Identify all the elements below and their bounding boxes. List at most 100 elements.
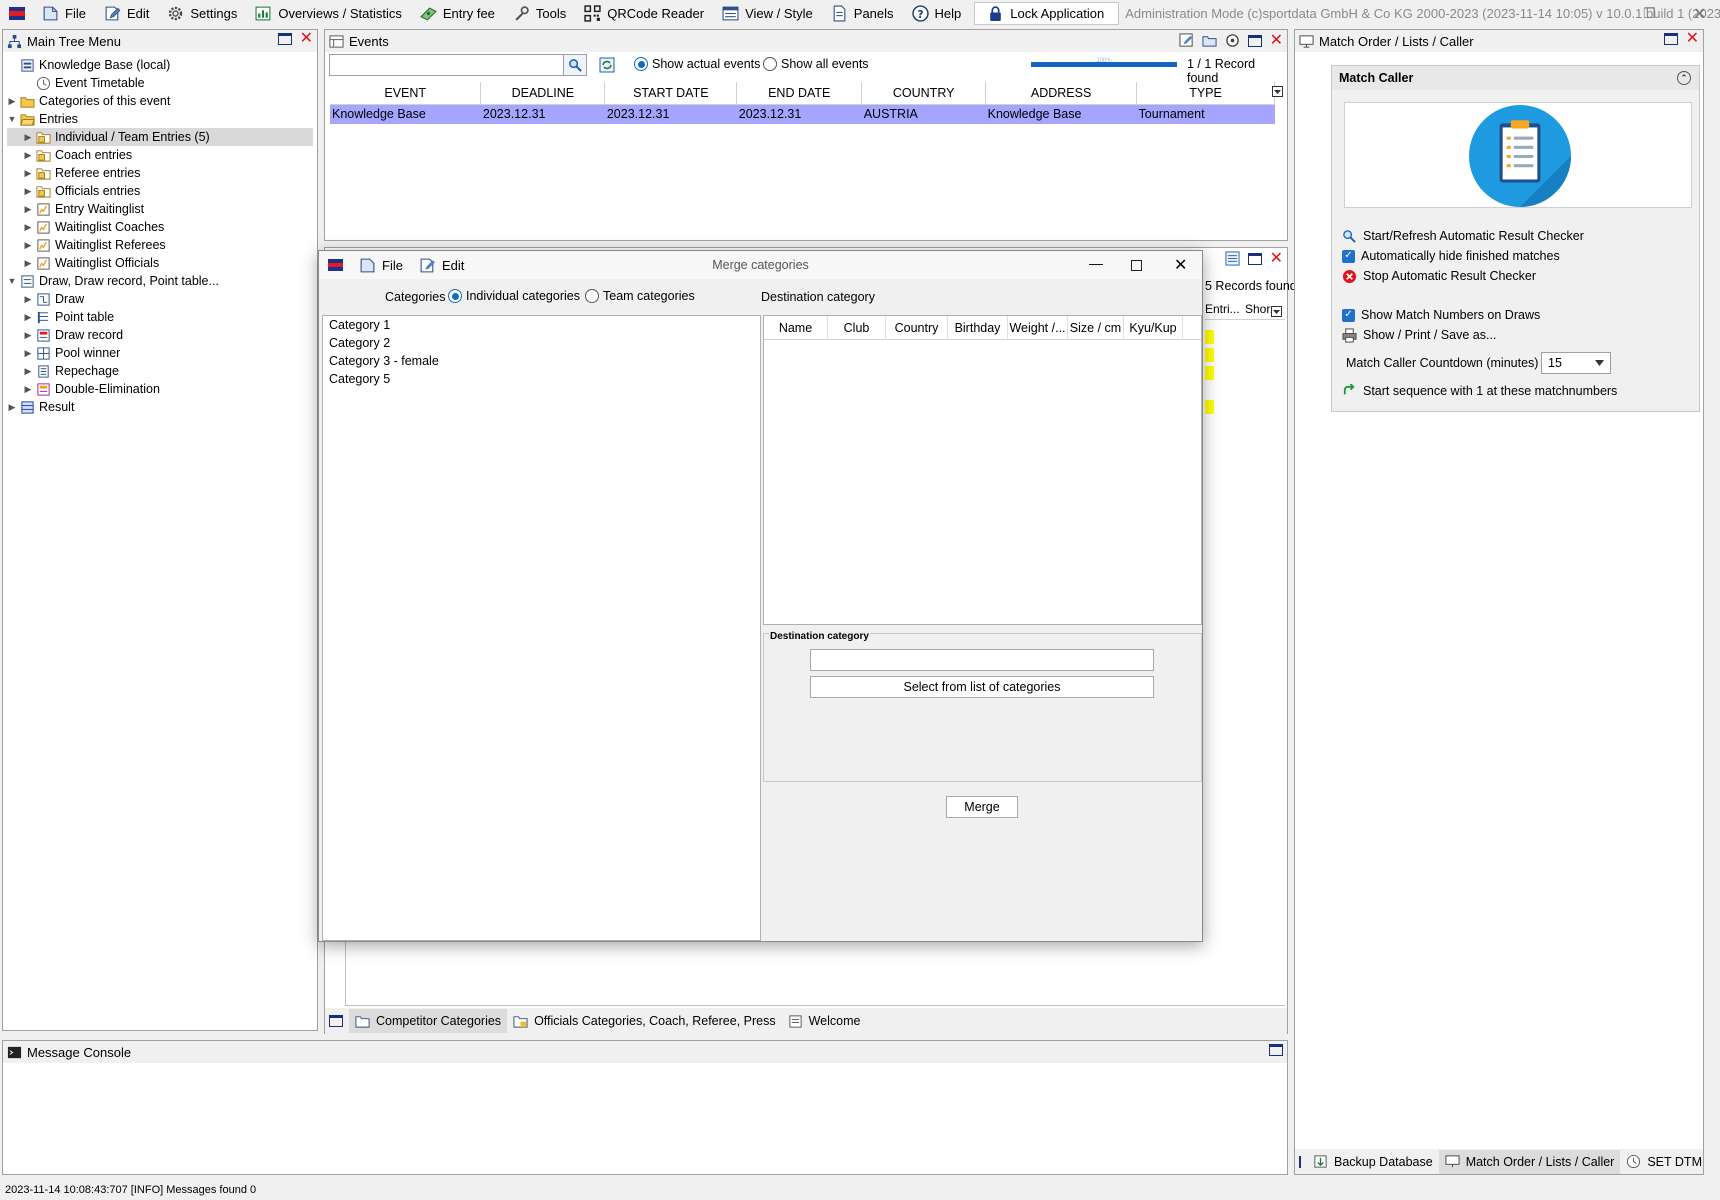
expand-arrow-icon[interactable]: ▶ bbox=[23, 294, 33, 305]
tree-item-waitinglist-referees[interactable]: ▶ Waitinglist Referees bbox=[7, 236, 313, 254]
column-chooser-icon[interactable] bbox=[1272, 86, 1283, 97]
match-caller-header[interactable]: Match Caller bbox=[1332, 66, 1699, 90]
individual-categories-radio[interactable]: Individual categories bbox=[448, 289, 580, 303]
close-icon[interactable]: ✕ bbox=[1174, 255, 1187, 275]
tree-item-knowledge-base-local[interactable]: Knowledge Base (local) bbox=[7, 56, 313, 74]
show-all-events-radio[interactable]: Show all events bbox=[763, 57, 869, 71]
tree-item-officials-entries[interactable]: ▶ Officials entries bbox=[7, 182, 313, 200]
tree-item-individual-team-entries-5[interactable]: ▶ Individual / Team Entries (5) bbox=[7, 128, 313, 146]
expand-arrow-icon[interactable]: ▶ bbox=[23, 258, 33, 269]
tree-item-entry-waitinglist[interactable]: ▶ Entry Waitinglist bbox=[7, 200, 313, 218]
expand-arrow-icon[interactable]: ▶ bbox=[23, 168, 33, 179]
category-list-item[interactable]: Category 2 bbox=[323, 334, 760, 352]
expand-arrow-icon[interactable]: ▶ bbox=[23, 204, 33, 215]
tree-item-waitinglist-coaches[interactable]: ▶ Waitinglist Coaches bbox=[7, 218, 313, 236]
category-list-item[interactable]: Category 3 - female bbox=[323, 352, 760, 370]
tree-item-coach-entries[interactable]: ▶ Coach entries bbox=[7, 146, 313, 164]
maximize-panel-icon[interactable] bbox=[277, 33, 292, 45]
menu-help[interactable]: ? Help bbox=[903, 0, 971, 27]
maximize-panel-icon[interactable] bbox=[1269, 1044, 1283, 1056]
grid-col-header[interactable]: Weight /... bbox=[1008, 315, 1068, 340]
panel-list-icon[interactable] bbox=[1225, 251, 1240, 266]
expand-arrow-icon[interactable]: ▶ bbox=[23, 150, 33, 161]
grid-col-header[interactable]: Size / cm bbox=[1068, 315, 1124, 340]
menu-file[interactable]: File bbox=[33, 0, 95, 27]
tree-item-entries[interactable]: ▼ Entries bbox=[7, 110, 313, 128]
expand-arrow-icon[interactable]: ▶ bbox=[23, 312, 33, 323]
close-panel-icon[interactable]: ✕ bbox=[1270, 250, 1283, 266]
lock-application-button[interactable]: Lock Application bbox=[974, 2, 1120, 25]
collapse-arrow-icon[interactable]: ▼ bbox=[7, 276, 17, 286]
edit-event-icon[interactable] bbox=[1179, 33, 1194, 48]
tree-item-double-elimination[interactable]: ▶ Double-Elimination bbox=[7, 380, 313, 398]
show-match-numbers-checkbox[interactable]: ✓ Show Match Numbers on Draws bbox=[1342, 306, 1540, 324]
close-panel-icon[interactable]: ✕ bbox=[1686, 31, 1699, 47]
tree-item-referee-entries[interactable]: ▶ Referee entries bbox=[7, 164, 313, 182]
expand-arrow-icon[interactable]: ▶ bbox=[23, 330, 33, 341]
menu-qrcode-reader[interactable]: QRCode Reader bbox=[575, 0, 713, 27]
dialog-menu-file[interactable]: File bbox=[343, 251, 403, 279]
merge-button[interactable]: Merge bbox=[946, 796, 1018, 818]
collapse-section-icon[interactable]: ⌃ bbox=[1677, 71, 1691, 85]
collapse-arrow-icon[interactable]: ▼ bbox=[7, 114, 17, 124]
tree-item-draw[interactable]: ▶ Draw bbox=[7, 290, 313, 308]
tab-set-dtm[interactable]: SET DTM bbox=[1620, 1150, 1708, 1174]
restore-window-icon[interactable]: ❐ bbox=[1643, 0, 1656, 27]
countdown-select[interactable]: 15 bbox=[1541, 352, 1611, 374]
events-col-header[interactable]: END DATE bbox=[736, 82, 863, 105]
category-list-item[interactable]: Category 5 bbox=[323, 370, 760, 388]
grid-col-header[interactable]: Kyu/Kup bbox=[1124, 315, 1183, 340]
tab-match-order[interactable]: Match Order / Lists / Caller bbox=[1438, 1149, 1621, 1174]
select-from-list-button[interactable]: Select from list of categories bbox=[810, 676, 1154, 698]
tree-item-repechage[interactable]: ▶ Repechage bbox=[7, 362, 313, 380]
start-result-checker-item[interactable]: Start/Refresh Automatic Result Checker bbox=[1342, 227, 1584, 245]
events-col-header[interactable]: START DATE bbox=[604, 82, 738, 105]
show-actual-events-radio[interactable]: Show actual events bbox=[634, 57, 760, 71]
expand-arrow-icon[interactable]: ▶ bbox=[23, 222, 33, 233]
tab-competitor-categories[interactable]: Competitor Categories bbox=[349, 1009, 508, 1033]
tree-item-point-table[interactable]: ▶ Point table bbox=[7, 308, 313, 326]
menu-entry-fee[interactable]: Entry fee bbox=[411, 0, 504, 27]
col-entries-header[interactable]: Entri... bbox=[1205, 302, 1239, 316]
start-sequence-item[interactable]: Start sequence with 1 at these matchnumb… bbox=[1342, 382, 1617, 400]
tree-item-result[interactable]: ▶ Result bbox=[7, 398, 313, 416]
close-panel-icon[interactable]: ✕ bbox=[300, 31, 313, 47]
sync-button[interactable] bbox=[597, 55, 617, 75]
search-button[interactable] bbox=[563, 54, 587, 76]
maximize-panel-icon[interactable] bbox=[1299, 1155, 1301, 1168]
tree-item-event-timetable[interactable]: Event Timetable bbox=[7, 74, 313, 92]
events-col-header[interactable]: COUNTRY bbox=[861, 82, 987, 105]
expand-arrow-icon[interactable]: ▶ bbox=[23, 366, 33, 377]
tree-item-draw-record[interactable]: ▶ Draw record bbox=[7, 326, 313, 344]
events-col-header[interactable]: ADDRESS bbox=[985, 82, 1138, 105]
show-print-save-item[interactable]: Show / Print / Save as... bbox=[1342, 326, 1496, 344]
events-col-header[interactable]: DEADLINE bbox=[480, 82, 606, 105]
menu-overviews[interactable]: Overviews / Statistics bbox=[246, 0, 411, 27]
maximize-panel-icon[interactable] bbox=[329, 1015, 343, 1027]
menu-view-style[interactable]: View / Style bbox=[713, 0, 822, 27]
tree-item-pool-winner[interactable]: ▶ Pool winner bbox=[7, 344, 313, 362]
refresh-icon[interactable] bbox=[1225, 33, 1240, 48]
tab-backup-database[interactable]: Backup Database bbox=[1307, 1150, 1439, 1174]
expand-arrow-icon[interactable]: ▶ bbox=[23, 240, 33, 251]
events-search-input[interactable] bbox=[329, 54, 564, 76]
expand-arrow-icon[interactable]: ▶ bbox=[23, 384, 33, 395]
expand-arrow-icon[interactable]: ▶ bbox=[23, 132, 33, 143]
menu-settings[interactable]: Settings bbox=[158, 0, 246, 27]
minimize-icon[interactable]: — bbox=[1089, 255, 1103, 271]
expand-arrow-icon[interactable]: ▶ bbox=[23, 348, 33, 359]
maximize-panel-icon[interactable] bbox=[1663, 33, 1678, 45]
expand-arrow-icon[interactable]: ▶ bbox=[7, 96, 17, 107]
menu-panels[interactable]: Panels bbox=[822, 0, 903, 27]
tab-welcome[interactable]: Welcome bbox=[782, 1009, 867, 1033]
table-row[interactable]: Knowledge Base 2023.12.31 2023.12.31 2023.1… bbox=[330, 104, 1275, 124]
team-categories-radio[interactable]: Team categories bbox=[585, 289, 695, 303]
menu-tools[interactable]: Tools bbox=[504, 0, 575, 27]
maximize-panel-icon[interactable] bbox=[1247, 34, 1262, 47]
auto-hide-finished-checkbox[interactable]: ✓ Automatically hide finished matches bbox=[1342, 247, 1560, 265]
grid-col-header[interactable]: Birthday bbox=[948, 315, 1008, 340]
stop-result-checker-item[interactable]: Stop Automatic Result Checker bbox=[1342, 267, 1536, 285]
expand-arrow-icon[interactable]: ▶ bbox=[7, 402, 17, 413]
tab-officials-categories[interactable]: Officials Categories, Coach, Referee, Pr… bbox=[507, 1009, 782, 1033]
close-window-icon[interactable]: ✕ bbox=[1693, 0, 1706, 27]
